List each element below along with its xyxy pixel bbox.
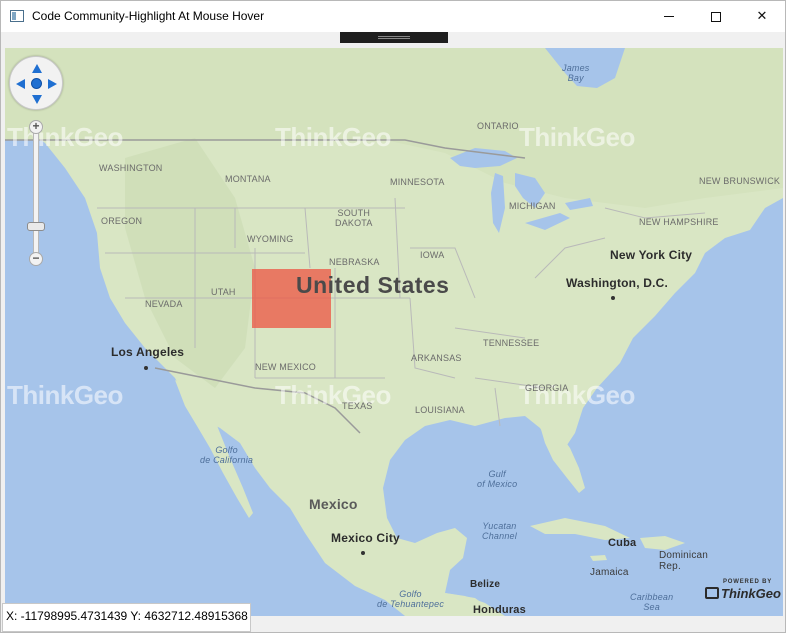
powered-by-text: POWERED BY [723,579,773,585]
state-label-new-brunswick: NEW BRUNSWICK [699,176,781,186]
state-label-louisiana: LOUISIANA [415,405,465,415]
country-label-dominican: Dominican Rep. [659,550,709,572]
state-label-new-mexico: NEW MEXICO [255,362,317,372]
zoom-bar: + − [27,120,45,270]
bottom-strip [251,616,783,632]
water-label-yucatan-channel: Yucatan Channel [482,521,517,541]
pan-control[interactable] [9,56,63,110]
state-label-nebraska: NEBRASKA [329,257,380,267]
jamaica [590,555,607,561]
state-label-south-dakota: SOUTH DAKOTA [335,208,373,228]
country-label-cuba: Cuba [608,537,637,549]
title-bar[interactable]: Code Community-Highlight At Mouse Hover … [1,1,785,32]
app-window: Code Community-Highlight At Mouse Hover … [0,0,786,633]
state-label-oregon: OREGON [101,216,143,226]
water-label-gulf-of-mexico: Gulf of Mexico [477,469,518,489]
city-label-washington-dc: Washington, D.C. [566,276,669,290]
state-label-georgia: GEORGIA [525,383,569,393]
country-label-united-states: United States [296,272,450,298]
map-view[interactable]: ThinkGeo ThinkGeo ThinkGeo ThinkGeo Thin… [5,48,783,616]
pan-left-icon[interactable] [16,79,25,89]
thinkgeo-logo-text: ThinkGeo [721,586,781,601]
state-label-minnesota: MINNESOTA [390,177,445,187]
state-label-ontario: ONTARIO [477,121,519,131]
watermark: ThinkGeo [7,380,123,410]
city-marker [611,296,615,300]
state-label-texas: TEXAS [342,401,373,411]
watermark: ThinkGeo [519,122,635,152]
pan-up-icon[interactable] [32,64,42,73]
city-label-new-york: New York City [610,248,693,262]
city-marker [361,551,365,555]
pan-down-icon[interactable] [32,95,42,104]
state-label-wyoming: WYOMING [247,234,294,244]
state-label-iowa: IOWA [420,250,445,260]
state-label-new-hampshire: NEW HAMPSHIRE [639,217,719,227]
powered-by-logo: POWERED BY ThinkGeo [705,579,781,603]
water-label-james-bay: James Bay [562,63,590,83]
city-marker [144,366,148,370]
window-title: Code Community-Highlight At Mouse Hover [32,9,265,23]
minimize-button[interactable] [646,1,692,32]
pan-right-icon[interactable] [48,79,57,89]
city-label-los-angeles: Los Angeles [111,345,185,359]
zoom-out-button[interactable]: − [29,252,43,266]
state-label-arkansas: ARKANSAS [411,353,462,363]
zoom-track[interactable] [33,130,39,260]
state-label-nevada: NEVADA [145,299,183,309]
app-icon [10,10,24,22]
state-label-utah: UTAH [211,287,236,297]
state-label-washington: WASHINGTON [99,163,163,173]
country-label-belize: Belize [470,579,501,590]
close-button[interactable]: ✕ [739,1,785,32]
state-label-montana: MONTANA [225,174,271,184]
country-label-jamaica: Jamaica [590,567,629,578]
maximize-button[interactable] [693,1,739,32]
maximize-icon [711,11,721,22]
water-label-caribbean-sea: Caribbean Sea [630,592,674,612]
watermark: ThinkGeo [275,122,391,152]
state-label-michigan: MICHIGAN [509,201,556,211]
watermark: ThinkGeo [275,380,391,410]
water-label-golfo-california: Golfo de California [200,445,254,465]
hispaniola [640,536,685,550]
close-icon: ✕ [756,9,768,24]
watermark: ThinkGeo [7,122,123,152]
country-label-mexico: Mexico [309,496,358,512]
state-label-tennessee: TENNESSEE [483,338,540,348]
thinkgeo-logo-icon [705,587,719,599]
coordinate-display: X: -11798995.4731439 Y: 4632712.48915368 [2,603,251,632]
zoom-slider-thumb[interactable] [27,222,45,231]
coordinate-text: X: -11798995.4731439 Y: 4632712.48915368 [6,609,248,623]
panel-drag-handle[interactable] [340,32,448,43]
pan-center-icon[interactable] [31,78,42,89]
country-label-honduras: Honduras [473,604,526,616]
minimize-icon [664,16,674,17]
water-label-golfo-tehuantepec: Golfo de Tehuantepec [377,589,445,609]
zoom-in-button[interactable]: + [29,120,43,134]
city-label-mexico-city: Mexico City [331,531,400,545]
